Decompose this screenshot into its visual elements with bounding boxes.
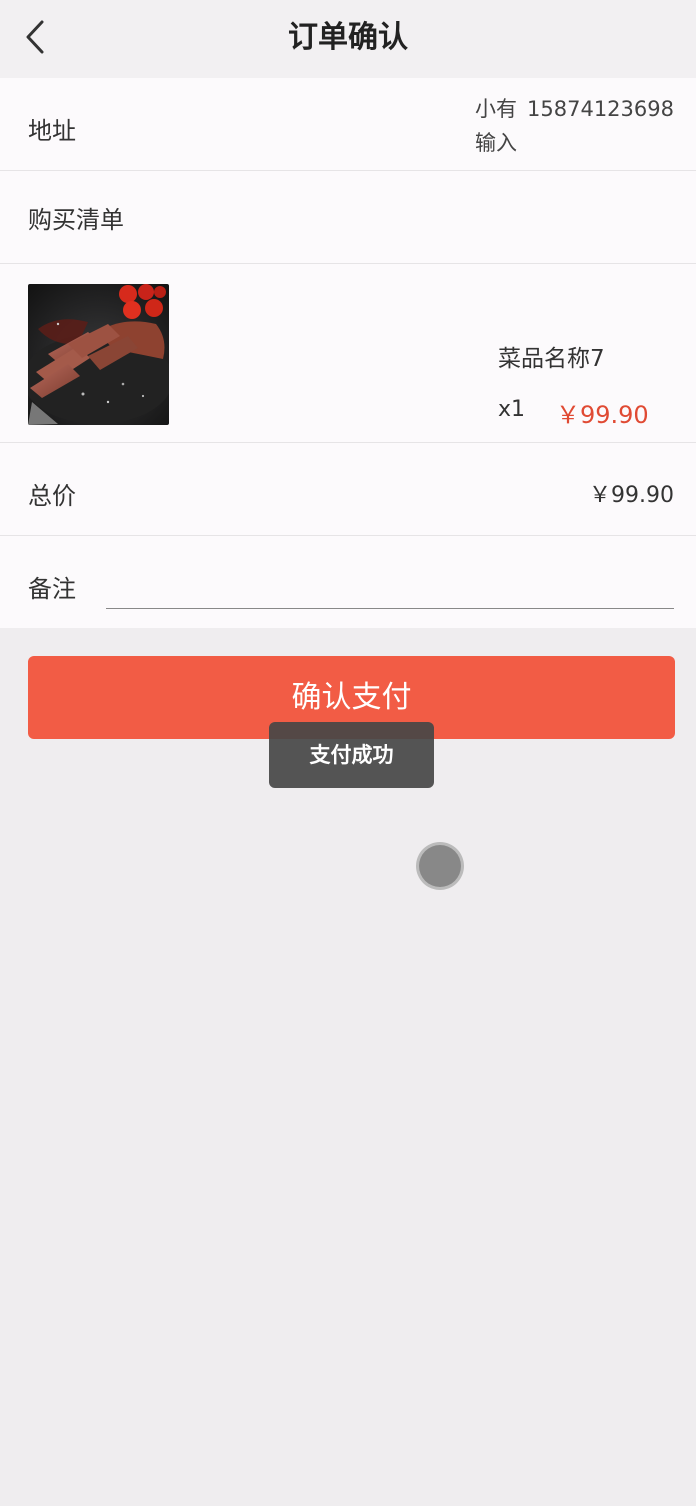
item-name: 菜品名称7 (498, 346, 605, 372)
list-item: 菜品名称7 x1 ￥99.90 (0, 264, 696, 443)
note-input[interactable] (106, 576, 674, 609)
address-value: 小有 15874123698 输入 (475, 92, 674, 160)
purchase-list-row: 购买清单 (0, 171, 696, 264)
address-row[interactable]: 地址 小有 15874123698 输入 (0, 78, 696, 171)
total-value: ￥99.90 (589, 483, 674, 508)
navbar: 订单确认 (0, 0, 696, 78)
total-label: 总价 (28, 482, 76, 510)
recipient-phone: 15874123698 (527, 97, 674, 121)
toast-message: 支付成功 (269, 722, 434, 788)
steak-photo (28, 284, 169, 425)
item-price: ￥99.90 (556, 401, 649, 429)
item-quantity: x1 (498, 397, 526, 422)
note-label: 备注 (28, 575, 76, 603)
recipient-name: 小有 (475, 97, 518, 121)
total-row: 总价 ￥99.90 (0, 443, 696, 536)
note-row: 备注 (0, 536, 696, 628)
purchase-list-label: 购买清单 (28, 206, 124, 234)
address-label: 地址 (28, 117, 76, 145)
address-detail: 输入 (475, 131, 518, 155)
page-title: 订单确认 (288, 20, 408, 55)
order-content: 地址 小有 15874123698 输入 购买清单 菜品名称7 x1 ￥99.9… (0, 78, 696, 628)
touch-indicator (419, 845, 461, 887)
